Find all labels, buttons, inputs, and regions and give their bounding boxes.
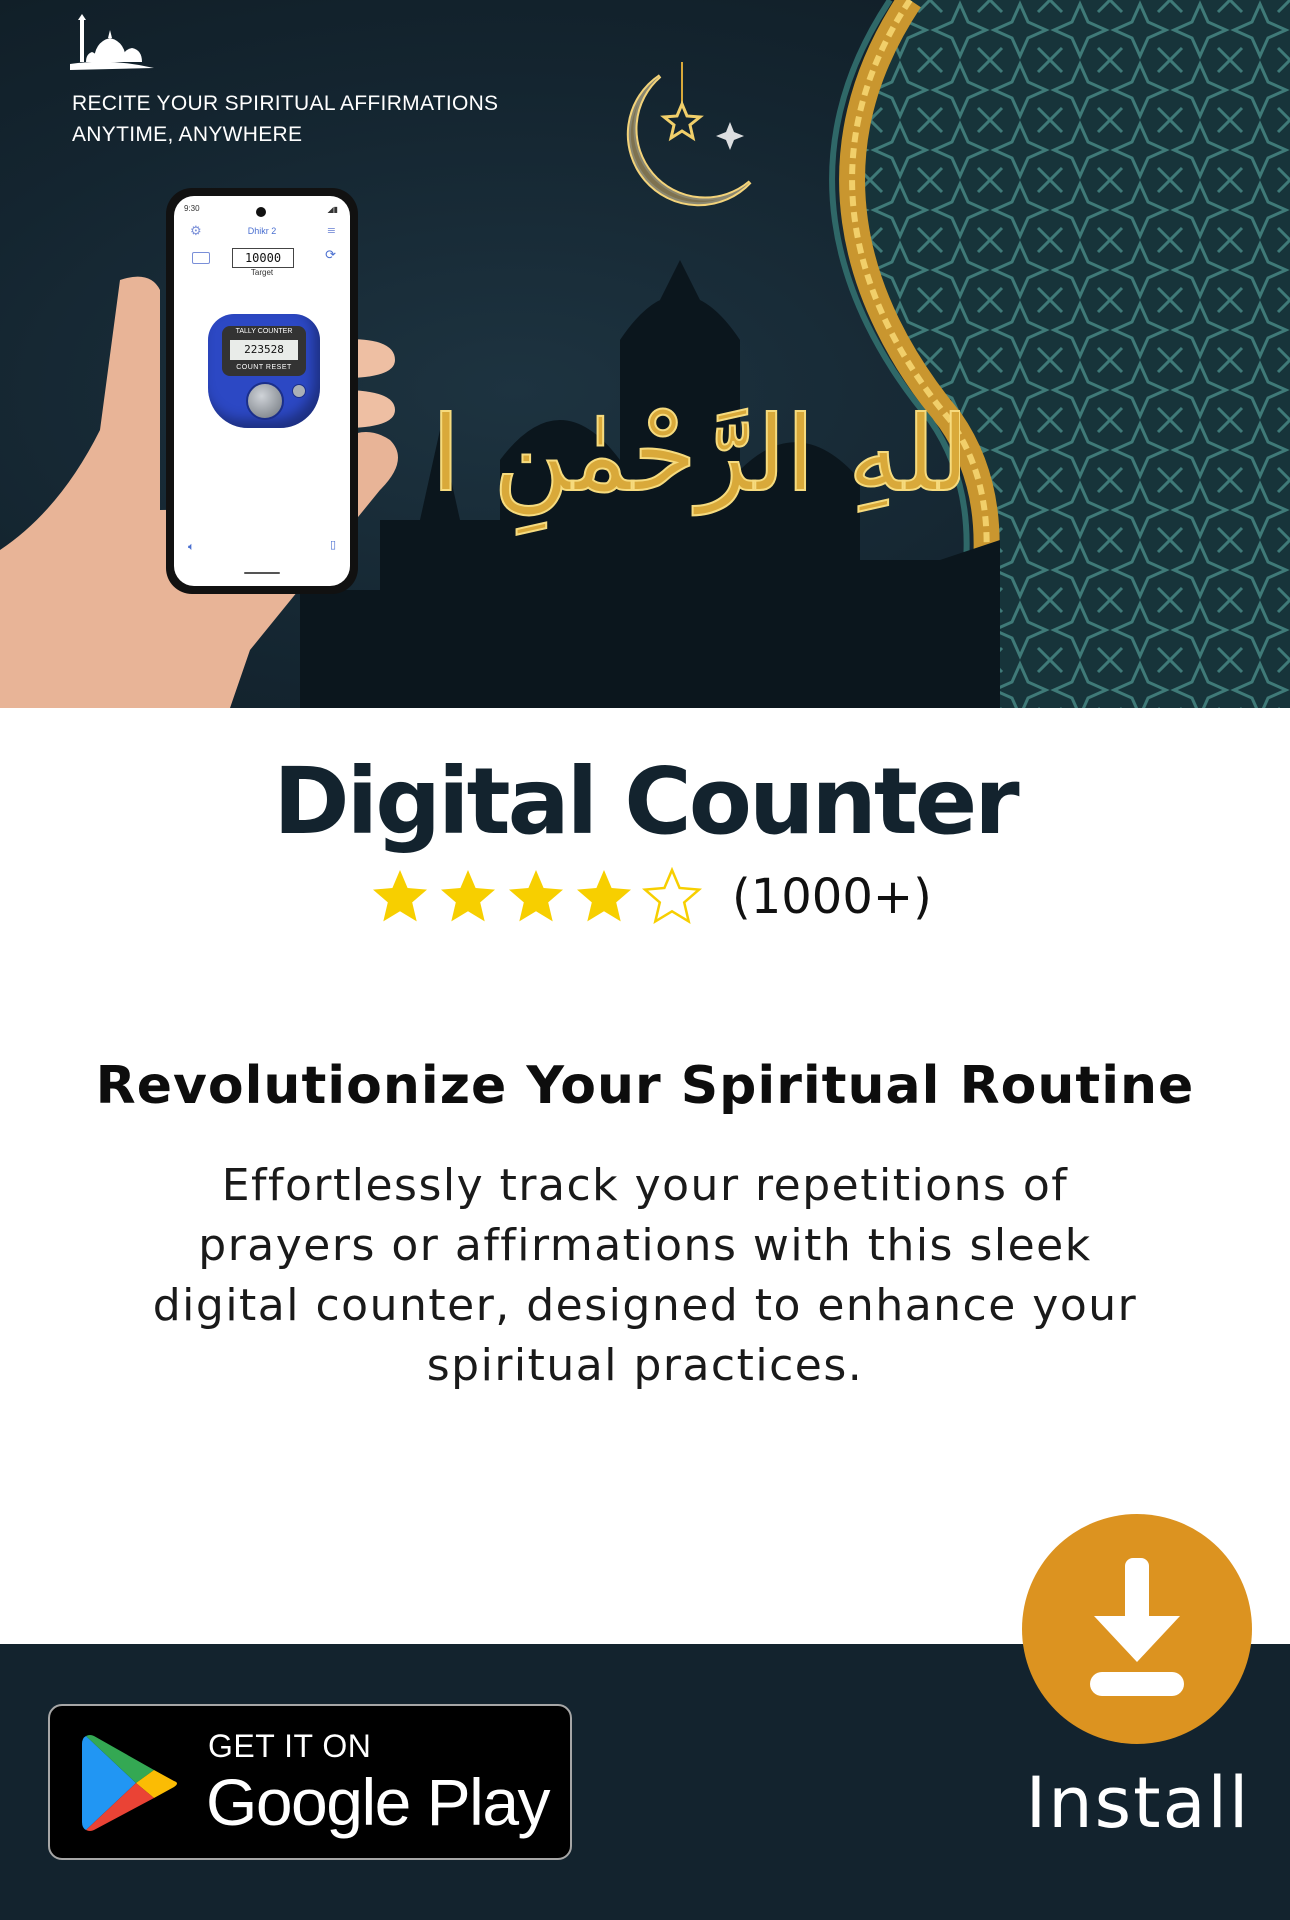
mosque-logo-icon — [70, 14, 154, 70]
phone-target-label: Target — [250, 268, 274, 277]
rating-row: (1000+) — [370, 862, 932, 932]
google-play-icon — [82, 1735, 177, 1831]
star-filled-icon — [373, 870, 427, 922]
store-small-label: GET IT ON — [208, 1728, 372, 1764]
phone-screen: 9:30 ◢▮ ⚙ Dhikr 2 ≡ 10000 ⟳ Target TALLY… — [174, 196, 350, 586]
phone-app-title: Dhikr 2 — [247, 226, 277, 236]
app-title: Digital Counter — [273, 748, 1019, 855]
refresh-icon: ⟳ — [325, 248, 336, 263]
star-filled-icon — [509, 870, 563, 922]
camera-dot — [256, 207, 266, 217]
bismillah-calligraphy: بِسْمِ اللهِ الرَّحْمٰنِ الرَّحِيْمِ — [174, 350, 1225, 540]
install-label[interactable]: Install — [1020, 1762, 1256, 1844]
tagline-line-1: RECITE YOUR SPIRITUAL AFFIRMATIONS — [72, 92, 499, 115]
tally-top-label: TALLY COUNTER — [235, 328, 293, 335]
phone-mockup: 9:30 ◢▮ ⚙ Dhikr 2 ≡ 10000 ⟳ Target TALLY… — [166, 188, 358, 594]
home-indicator — [244, 572, 280, 574]
tagline: RECITE YOUR SPIRITUAL AFFIRMATIONS ANYTI… — [72, 88, 498, 150]
tally-reset-button — [292, 384, 306, 398]
hero-banner: RECITE YOUR SPIRITUAL AFFIRMATIONS ANYTI… — [0, 0, 1290, 708]
star-empty-icon — [642, 867, 702, 925]
phone-target-value: 10000 — [232, 248, 294, 268]
tally-bottom-label: COUNT RESET — [236, 364, 292, 371]
phone-status-time: 9:30 — [184, 204, 200, 213]
signal-icon: ◢▮ — [327, 205, 338, 214]
headline: Revolutionize Your Spiritual Routine — [95, 1056, 1195, 1116]
rating-count: (1000+) — [732, 869, 932, 925]
tally-count-button — [246, 382, 284, 420]
tagline-line-2: ANYTIME, ANYWHERE — [72, 123, 303, 146]
tally-display-panel: TALLY COUNTER 223528 COUNT RESET — [222, 326, 306, 376]
store-big-label: Google Play — [206, 1765, 551, 1839]
star-filled-icon — [577, 870, 631, 922]
install-button[interactable] — [1022, 1514, 1252, 1744]
keyboard-icon — [192, 252, 210, 264]
bismillah-text: بِسْمِ اللهِ الرَّحْمٰنِ الرَّحِيْمِ — [440, 393, 960, 535]
menu-icon: ≡ — [326, 224, 336, 237]
google-play-badge[interactable]: GET IT ON Google Play — [48, 1704, 572, 1860]
volume-icon: 🔈︎ — [188, 540, 195, 553]
download-icon — [1090, 1558, 1184, 1696]
tally-counter-device: TALLY COUNTER 223528 COUNT RESET — [208, 314, 320, 428]
tally-display: 223528 — [230, 340, 298, 360]
vibrate-icon: ▯ — [329, 538, 336, 551]
star-filled-icon — [441, 870, 495, 922]
description: Effortlessly track your repetitions of p… — [152, 1160, 1138, 1391]
crescent-moon-star-icon — [626, 62, 752, 207]
